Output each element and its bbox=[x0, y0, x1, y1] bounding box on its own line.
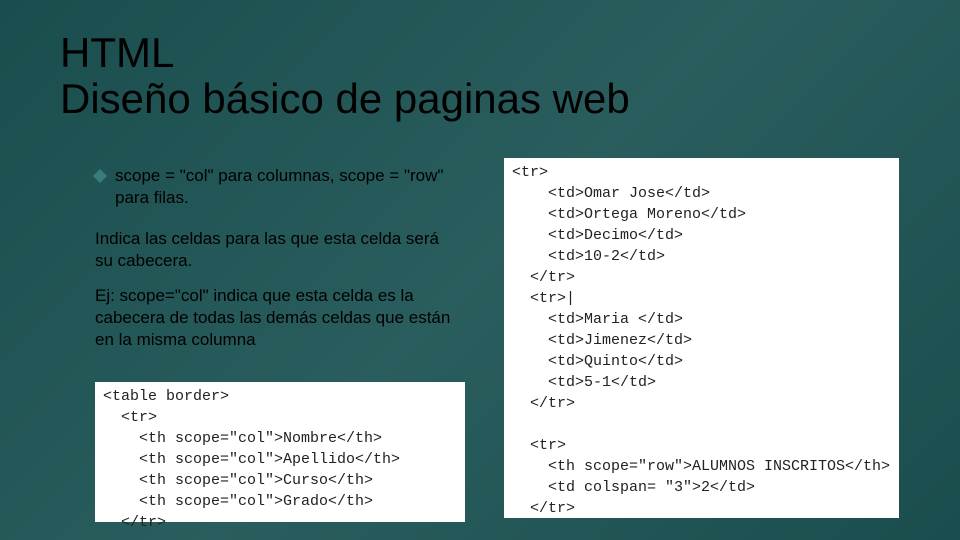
diamond-bullet-icon bbox=[93, 169, 107, 183]
paragraph-1: Indica las celdas para las que esta celd… bbox=[95, 228, 455, 272]
slide-title: HTML Diseño básico de paginas web bbox=[60, 30, 630, 122]
bullet-item: scope = "col" para columnas, scope = "ro… bbox=[95, 165, 455, 209]
bullet-list: scope = "col" para columnas, scope = "ro… bbox=[95, 165, 455, 209]
code-snippet-table-header: <table border> <tr> <th scope="col">Nomb… bbox=[95, 382, 465, 522]
title-line-1: HTML bbox=[60, 30, 630, 76]
bullet-text: scope = "col" para columnas, scope = "ro… bbox=[115, 165, 455, 209]
code-snippet-table-rows: <tr> <td>Omar Jose</td> <td>Ortega Moren… bbox=[504, 158, 899, 518]
title-line-2: Diseño básico de paginas web bbox=[60, 76, 630, 122]
paragraph-2: Ej: scope="col" indica que esta celda es… bbox=[95, 285, 455, 351]
